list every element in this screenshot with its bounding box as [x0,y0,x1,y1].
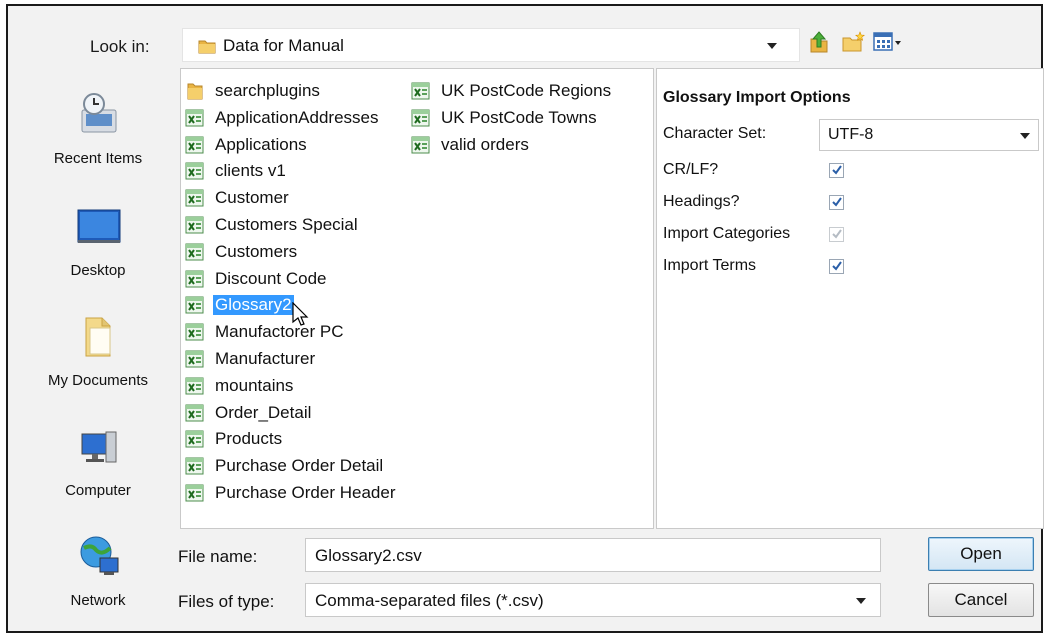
csv-file-icon [185,456,205,476]
place-computer[interactable]: Computer [26,424,170,524]
place-recent-items[interactable]: Recent Items [26,92,170,192]
csv-file-icon [411,81,431,101]
place-label: My Documents [47,372,149,389]
character-set-label: Character Set: [663,125,767,142]
view-menu-icon[interactable] [873,30,903,59]
import-categories-label: Import Categories [663,225,791,242]
file-name: UK PostCode Regions [441,81,612,100]
files-of-type-select[interactable]: Comma-separated files (*.csv) [305,583,881,617]
file-name: valid orders [441,134,529,154]
import-options-panel: Glossary Import Options Character Set: U… [656,68,1044,529]
file-list[interactable]: searchplugins ApplicationAddresses Applica… [180,68,654,529]
csv-file-icon [185,108,205,128]
file-name: Manufactorer PC [215,322,344,342]
file-name-input[interactable]: Glossary2.csv [305,538,881,572]
csv-file-icon [185,161,205,181]
csv-file-icon [185,188,205,208]
file-name: Order_Detail [215,402,312,422]
file-name: Purchase Order Header [215,483,396,502]
place-label: Network [70,592,126,609]
computer-icon [76,424,122,470]
crlf-checkbox[interactable] [829,163,844,178]
chevron-down-icon[interactable] [856,598,866,604]
file-open-dialog: Look in: Data for Manual Recent Items De… [6,4,1044,633]
look-in-combo[interactable]: Data for Manual [182,28,800,62]
open-button[interactable]: Open [928,537,1034,571]
place-label: Desktop [70,262,126,279]
csv-file-icon [185,349,205,369]
import-terms-checkbox[interactable] [829,259,844,274]
file-name-value: Glossary2.csv [315,546,422,565]
place-label: Recent Items [53,150,143,167]
file-name: mountains [215,375,294,395]
csv-file-icon [185,483,205,503]
options-title: Glossary Import Options [663,89,851,106]
file-name: clients v1 [215,161,286,181]
csv-file-icon [185,295,205,315]
csv-file-icon [185,215,205,235]
crlf-label: CR/LF? [663,161,719,178]
headings-label: Headings? [663,193,740,210]
csv-file-icon [185,269,205,289]
csv-file-icon [185,376,205,396]
folder-icon [197,36,217,61]
network-icon [76,534,122,580]
my-documents-icon [76,314,122,360]
csv-file-icon [411,108,431,128]
csv-file-icon [185,429,205,449]
place-my-documents[interactable]: My Documents [26,314,170,414]
chevron-down-icon[interactable] [1020,133,1030,139]
file-name: Products [215,429,283,449]
file-name: ApplicationAddresses [215,107,379,127]
file-name-label: File name: [178,547,258,566]
cancel-button[interactable]: Cancel [928,583,1034,617]
desktop-icon [76,204,122,250]
headings-checkbox[interactable] [829,195,844,210]
mouse-cursor-icon [292,301,310,333]
chevron-down-icon[interactable] [767,43,777,49]
new-folder-icon[interactable] [841,30,867,59]
csv-file-icon [411,135,431,155]
file-name: Glossary2 [213,295,294,316]
places-bar: Recent Items Desktop My Documents Comput… [26,68,170,630]
place-desktop[interactable]: Desktop [26,204,170,304]
file-name: Customers Special [215,215,358,234]
csv-file-icon [185,403,205,423]
place-network[interactable]: Network [26,534,170,634]
import-categories-checkbox [829,227,844,242]
file-name: Manufacturer [215,349,316,368]
file-name: Customers [215,241,298,261]
character-set-select[interactable]: UTF-8 [819,119,1039,151]
files-of-type-value: Comma-separated files (*.csv) [315,591,544,610]
csv-file-icon [185,135,205,155]
recent-items-icon [76,92,122,138]
look-in-value: Data for Manual [223,36,344,55]
up-folder-icon[interactable] [808,30,830,59]
file-name: UK PostCode Towns [441,107,597,127]
file-name: Applications [215,134,307,154]
file-name: Customer [215,188,289,208]
file-name: Discount Code [215,268,327,288]
folder-icon [185,81,205,101]
look-in-label: Look in: [90,37,150,56]
file-name: Purchase Order Detail [215,456,384,476]
import-terms-label: Import Terms [663,257,757,274]
csv-file-icon [185,242,205,262]
csv-file-icon [185,322,205,342]
file-name: searchplugins [215,81,320,100]
character-set-value: UTF-8 [828,126,874,143]
files-of-type-label: Files of type: [178,592,275,611]
place-label: Computer [65,482,131,499]
